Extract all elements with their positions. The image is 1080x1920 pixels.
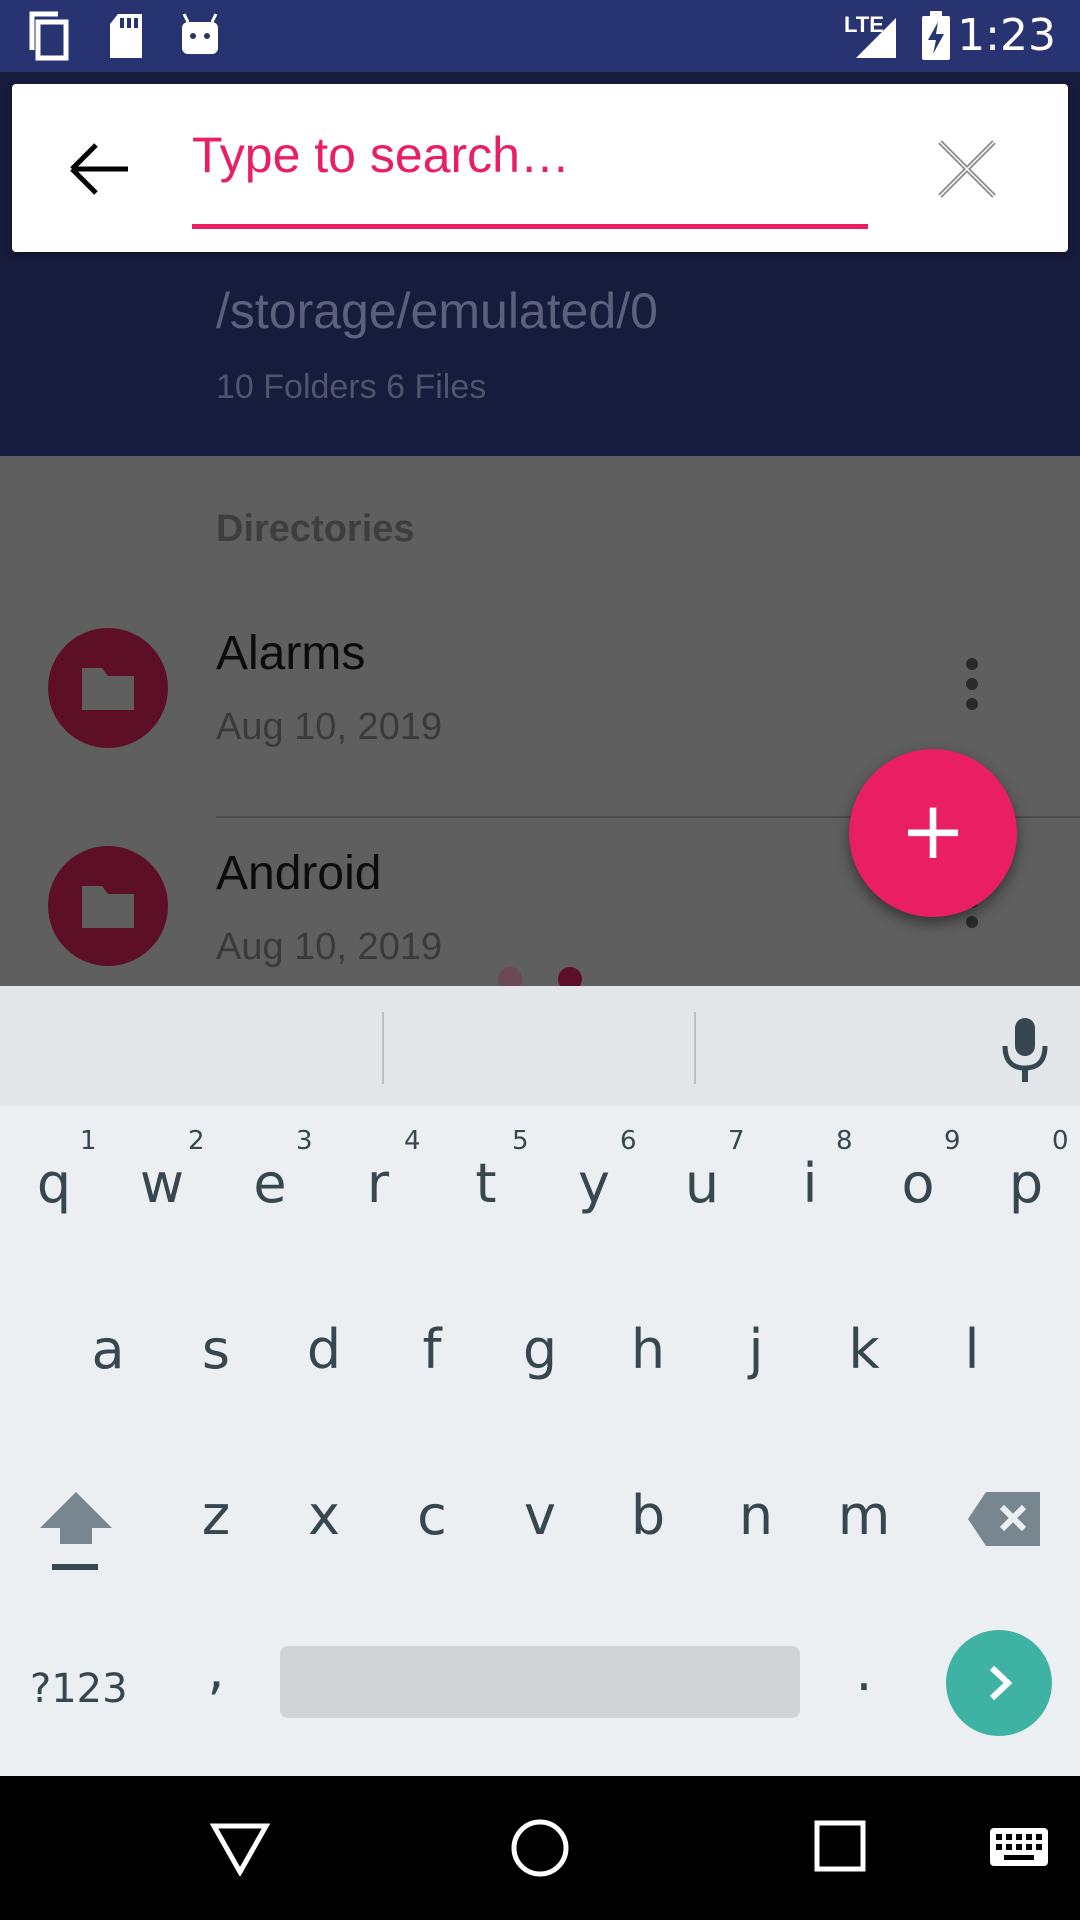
recents-square-icon[interactable] xyxy=(814,1820,866,1872)
key-d[interactable]: d xyxy=(284,1318,364,1381)
key-hint-0: 0 xyxy=(1052,1126,1069,1156)
mic-icon[interactable] xyxy=(998,1016,1052,1084)
home-circle-icon[interactable] xyxy=(510,1818,570,1878)
key-k[interactable]: k xyxy=(824,1318,904,1381)
key-hint-7: 7 xyxy=(728,1126,745,1156)
more-vert-icon[interactable] xyxy=(952,658,992,718)
suggestion-divider xyxy=(694,1012,696,1084)
folder-icon xyxy=(48,628,168,748)
key-t[interactable]: t xyxy=(446,1152,526,1215)
search-bar xyxy=(12,84,1068,252)
space-key[interactable] xyxy=(280,1646,800,1718)
period-key[interactable]: . xyxy=(844,1640,884,1703)
key-hint-6: 6 xyxy=(620,1126,637,1156)
keyboard-icon[interactable] xyxy=(988,1826,1050,1868)
key-hint-2: 2 xyxy=(188,1126,205,1156)
key-x[interactable]: x xyxy=(284,1484,364,1547)
clock: 1:23 xyxy=(957,10,1056,61)
key-hint-3: 3 xyxy=(296,1126,313,1156)
key-n[interactable]: n xyxy=(716,1484,796,1547)
key-r[interactable]: r xyxy=(338,1152,418,1215)
page-indicator-dot xyxy=(498,967,522,986)
key-q[interactable]: q xyxy=(14,1152,94,1215)
search-input[interactable] xyxy=(192,120,872,190)
key-u[interactable]: u xyxy=(662,1152,742,1215)
current-path: /storage/emulated/0 xyxy=(216,283,658,339)
page-indicator-dot-active xyxy=(558,967,582,986)
key-j[interactable]: j xyxy=(716,1318,796,1381)
folder-icon xyxy=(48,846,168,966)
navigation-bar xyxy=(0,1776,1080,1920)
backspace-icon[interactable] xyxy=(966,1490,1042,1548)
comma-key[interactable]: , xyxy=(196,1638,236,1701)
key-g[interactable]: g xyxy=(500,1318,580,1381)
key-hint-5: 5 xyxy=(512,1126,529,1156)
symbols-key[interactable]: ?123 xyxy=(30,1666,128,1712)
key-a[interactable]: a xyxy=(68,1318,148,1381)
item-date: Aug 10, 2019 xyxy=(216,706,443,748)
item-name: Alarms xyxy=(216,627,366,680)
key-y[interactable]: y xyxy=(554,1152,634,1215)
soft-keyboard: ?123 , . q1w2e3r4t5y6u7i8o9p0 asdfghjkl zx… xyxy=(0,986,1080,1776)
close-icon[interactable] xyxy=(932,134,1002,204)
enter-key[interactable] xyxy=(946,1630,1052,1736)
key-c[interactable]: c xyxy=(392,1484,472,1547)
folder-file-count: 10 Folders 6 Files xyxy=(216,368,487,406)
add-fab-button[interactable]: + xyxy=(849,749,1017,917)
key-hint-1: 1 xyxy=(80,1126,97,1156)
key-hint-4: 4 xyxy=(404,1126,421,1156)
key-w[interactable]: w xyxy=(122,1152,202,1215)
item-name: Android xyxy=(216,847,382,900)
item-date: Aug 10, 2019 xyxy=(216,926,443,968)
search-input-underline xyxy=(192,224,868,229)
key-b[interactable]: b xyxy=(608,1484,688,1547)
back-triangle-icon[interactable] xyxy=(210,1820,270,1876)
key-v[interactable]: v xyxy=(500,1484,580,1547)
suggestion-divider xyxy=(382,1012,384,1084)
battery-charging-icon xyxy=(922,11,950,60)
sd-card-icon xyxy=(110,14,142,58)
key-i[interactable]: i xyxy=(770,1152,850,1215)
key-p[interactable]: p xyxy=(986,1152,1066,1215)
status-bar: LTE 1:23 xyxy=(0,0,1080,72)
copy-icon xyxy=(29,11,69,61)
key-f[interactable]: f xyxy=(392,1318,472,1381)
key-hint-9: 9 xyxy=(944,1126,961,1156)
key-z[interactable]: z xyxy=(176,1484,256,1547)
section-header-directories: Directories xyxy=(216,508,415,550)
chevron-right-icon xyxy=(989,1665,1013,1701)
shift-icon[interactable] xyxy=(38,1488,114,1572)
suggestion-strip xyxy=(0,986,1080,1106)
key-o[interactable]: o xyxy=(878,1152,958,1215)
key-hint-8: 8 xyxy=(836,1126,853,1156)
key-s[interactable]: s xyxy=(176,1318,256,1381)
key-m[interactable]: m xyxy=(824,1484,904,1547)
arrow-back-icon[interactable] xyxy=(64,134,134,204)
lte-signal-icon xyxy=(856,18,896,58)
key-e[interactable]: e xyxy=(230,1152,310,1215)
key-h[interactable]: h xyxy=(608,1318,688,1381)
android-icon xyxy=(182,13,218,54)
key-l[interactable]: l xyxy=(932,1318,1012,1381)
